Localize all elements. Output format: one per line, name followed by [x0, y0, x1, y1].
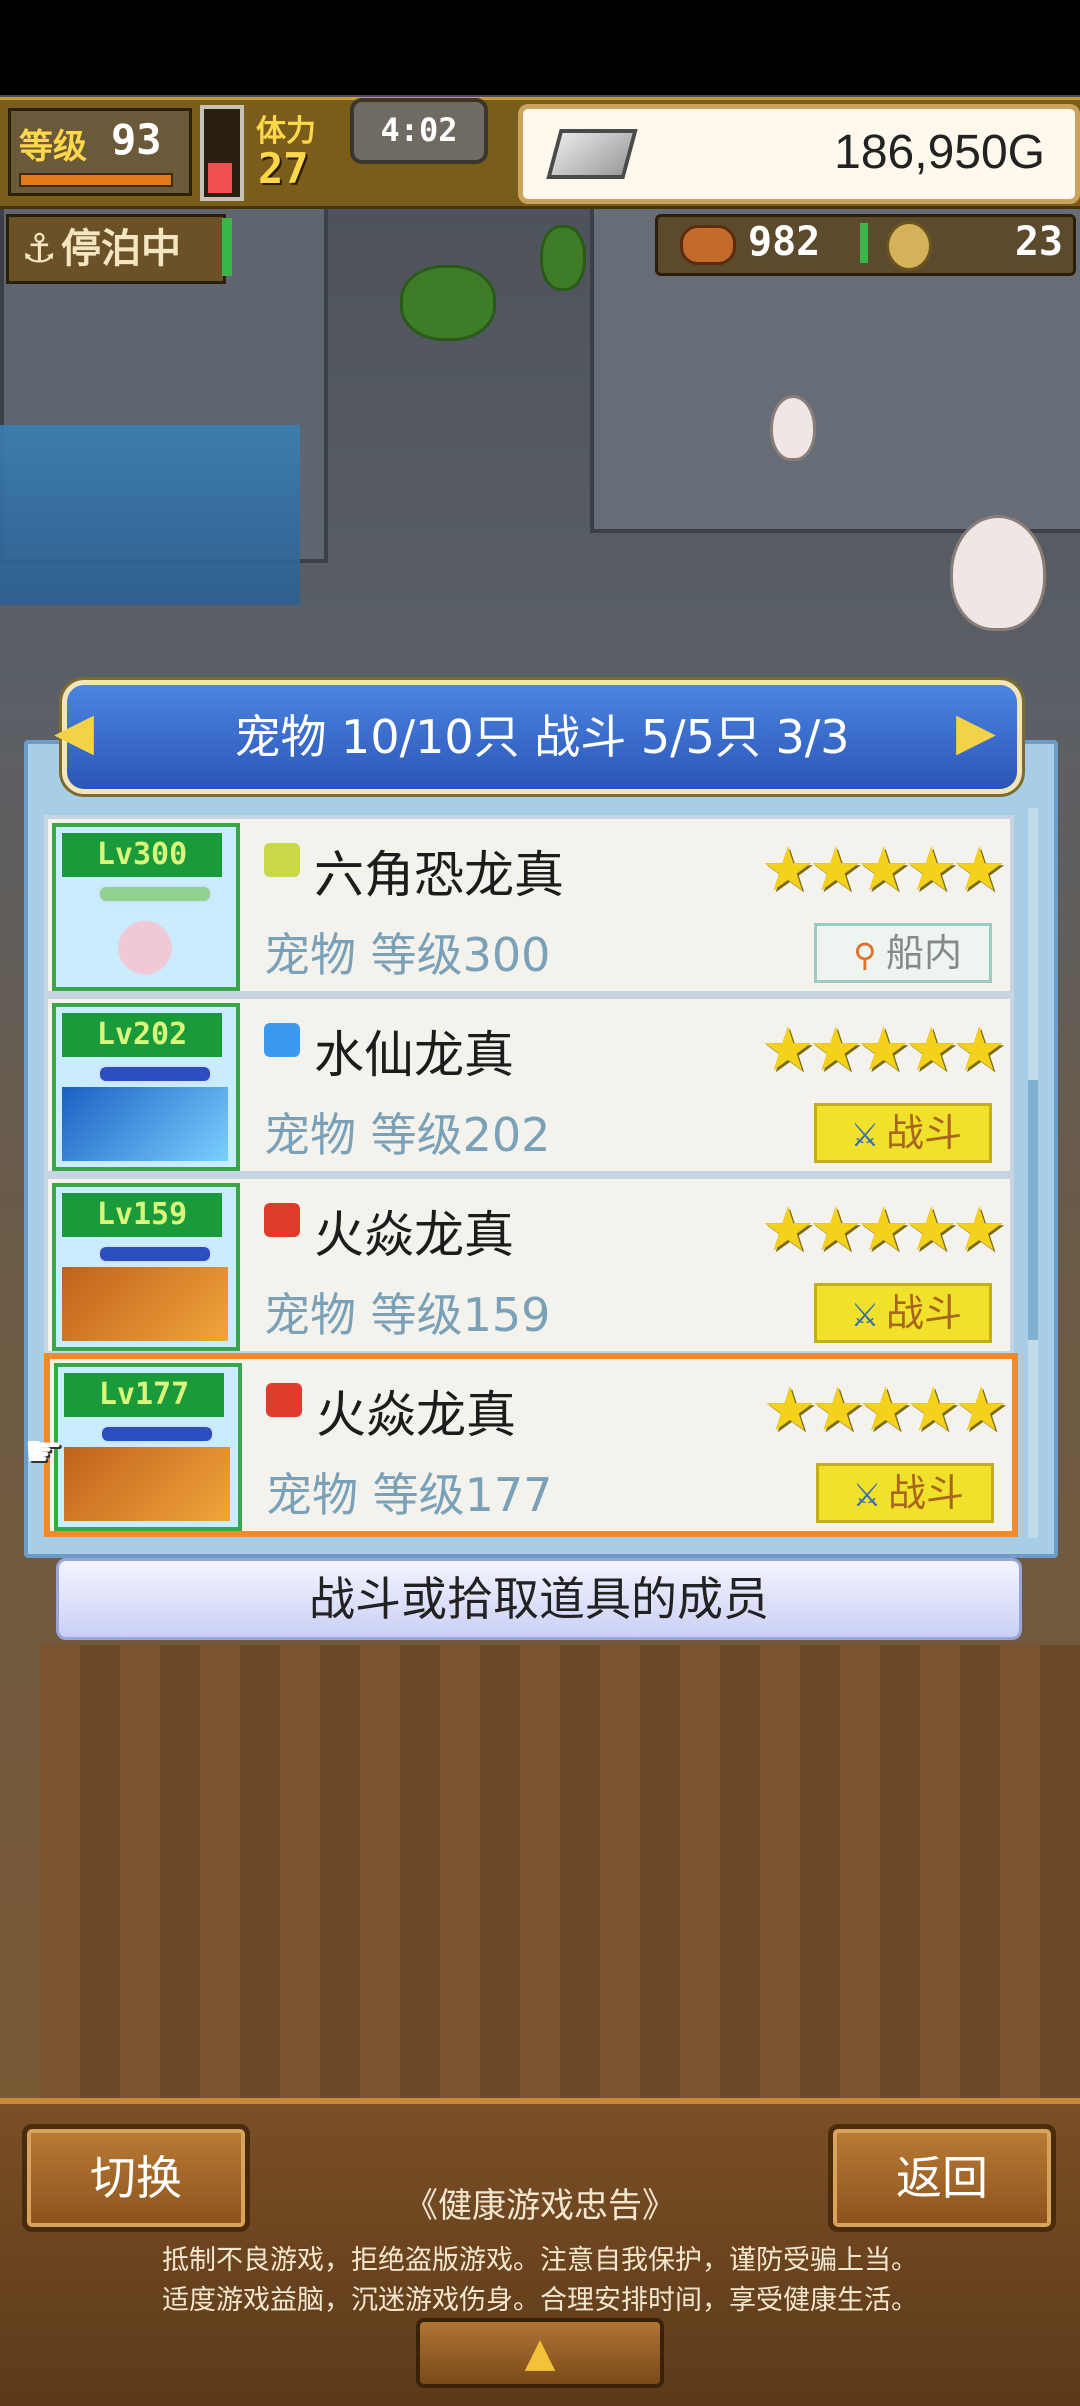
food-indicator — [860, 223, 868, 263]
sword-icon: ⚔ — [850, 1116, 880, 1154]
ship-marker-icon: ⚲ — [853, 936, 877, 974]
pet-name: 六角恐龙真 — [314, 846, 564, 904]
pet-level: 宠物 等级159 — [264, 1288, 551, 1342]
pet-name: 火焱龙真 — [314, 1206, 514, 1264]
player-level-box: 等级 93 — [8, 108, 192, 196]
fire-element-icon — [266, 1383, 302, 1417]
health-notice-title: 《健康游戏忠告》 — [404, 2186, 676, 2226]
dialog-header: 宠物 10/10只 战斗 5/5只 3/3 — [62, 680, 1022, 794]
status-badge: ⚔ 战斗 — [814, 1283, 992, 1343]
anchor-icon: ⚓ — [21, 226, 57, 272]
rarity-stars: ★★★★★ — [761, 835, 1006, 905]
status-badge: ⚔ 战斗 — [814, 1103, 992, 1163]
money-value: 186,950G — [834, 126, 1045, 179]
previous-page-arrow-icon[interactable]: ◀ — [52, 702, 96, 762]
pet-exp-bar — [98, 885, 212, 903]
medal-coin-icon — [886, 221, 932, 271]
food-value: 982 — [748, 219, 821, 265]
pet-name: 水仙龙真 — [314, 1026, 514, 1084]
pet-exp-bar — [98, 1245, 212, 1263]
sword-icon: ⚔ — [850, 1296, 880, 1334]
pet-name: 火焱龙真 — [316, 1386, 516, 1444]
stamina-value: 27 — [258, 144, 309, 193]
expand-up-button[interactable]: ▲ — [416, 2318, 664, 2388]
silver-ingot-icon — [546, 129, 638, 179]
dock-status-indicator — [222, 218, 232, 276]
dock-status-label: 停泊中 — [61, 226, 181, 272]
triangle-up-icon: ▲ — [524, 2330, 556, 2376]
pet-portrait: Lv202 — [52, 1003, 240, 1171]
dialog-caption: 战斗或拾取道具的成员 — [56, 1558, 1022, 1640]
pet-row[interactable]: Lv300 六角恐龙真 ★★★★★ 宠物 等级300 ⚲ 船内 — [44, 815, 1014, 995]
fire-dragon-sprite — [62, 1267, 228, 1341]
status-badge: ⚲ 船内 — [814, 923, 992, 983]
rarity-stars: ★★★★★ — [761, 1195, 1006, 1265]
status-label: 战斗 — [887, 1471, 964, 1515]
status-label: 战斗 — [885, 1291, 962, 1335]
health-notice-line-1: 抵制不良游戏，拒绝盗版游戏。注意自我保护，谨防受骗上当。 — [162, 2245, 918, 2276]
electric-element-icon — [264, 843, 300, 877]
pointing-hand-icon: ☛ — [24, 1426, 64, 1477]
level-label: 等级 — [19, 127, 87, 167]
dock-status-badge: ⚓ 停泊中 — [6, 214, 226, 284]
system-status-area — [0, 0, 1080, 95]
pet-level: 宠物 等级177 — [266, 1468, 553, 1522]
status-badge: ⚔ 战斗 — [816, 1463, 994, 1523]
pet-lv-tag: Lv300 — [62, 833, 222, 877]
pet-row[interactable]: Lv202 水仙龙真 ★★★★★ 宠物 等级202 ⚔ 战斗 — [44, 995, 1014, 1175]
pet-row[interactable]: Lv159 火焱龙真 ★★★★★ 宠物 等级159 ⚔ 战斗 — [44, 1175, 1014, 1355]
water-element-icon — [264, 1023, 300, 1057]
pet-level: 宠物 等级202 — [264, 1108, 551, 1162]
pet-lv-tag: Lv177 — [64, 1373, 224, 1417]
sword-icon: ⚔ — [852, 1476, 882, 1514]
pet-lv-tag: Lv159 — [62, 1193, 222, 1237]
fire-dragon-sprite — [64, 1447, 230, 1521]
pet-exp-bar — [98, 1065, 212, 1083]
pet-row-selected[interactable]: Lv177 火焱龙真 ★★★★★ 宠物 等级177 ⚔ 战斗 — [44, 1353, 1018, 1537]
status-label: 船内 — [885, 931, 962, 975]
pet-level: 宠物 等级300 — [264, 928, 551, 982]
medal-value: 23 — [1014, 219, 1063, 265]
health-notice-line-2: 适度游戏益脑，沉迷游戏伤身。合理安排时间，享受健康生活。 — [162, 2285, 918, 2316]
rarity-stars: ★★★★★ — [761, 1015, 1006, 1085]
axolotl-sprite — [62, 907, 228, 981]
game-clock: 4:02 — [350, 98, 488, 164]
pet-portrait: Lv177 — [54, 1363, 242, 1531]
status-label: 战斗 — [885, 1111, 962, 1155]
pet-portrait: Lv300 — [52, 823, 240, 991]
pet-portrait: Lv159 — [52, 1183, 240, 1351]
pet-lv-tag: Lv202 — [62, 1013, 222, 1057]
meat-icon — [680, 225, 736, 265]
hp-gauge-fill — [208, 163, 232, 193]
next-page-arrow-icon[interactable]: ▶ — [954, 702, 998, 762]
hp-gauge — [200, 105, 244, 201]
scrollbar-thumb[interactable] — [1028, 1080, 1038, 1340]
money-display: 186,950G — [518, 104, 1080, 204]
resource-counter: 982 23 — [655, 214, 1076, 276]
experience-bar — [19, 173, 173, 187]
water-dragon-sprite — [62, 1087, 228, 1161]
level-value: 93 — [111, 115, 162, 164]
fire-element-icon — [264, 1203, 300, 1237]
rarity-stars: ★★★★★ — [763, 1375, 1008, 1445]
pet-exp-bar — [100, 1425, 214, 1443]
